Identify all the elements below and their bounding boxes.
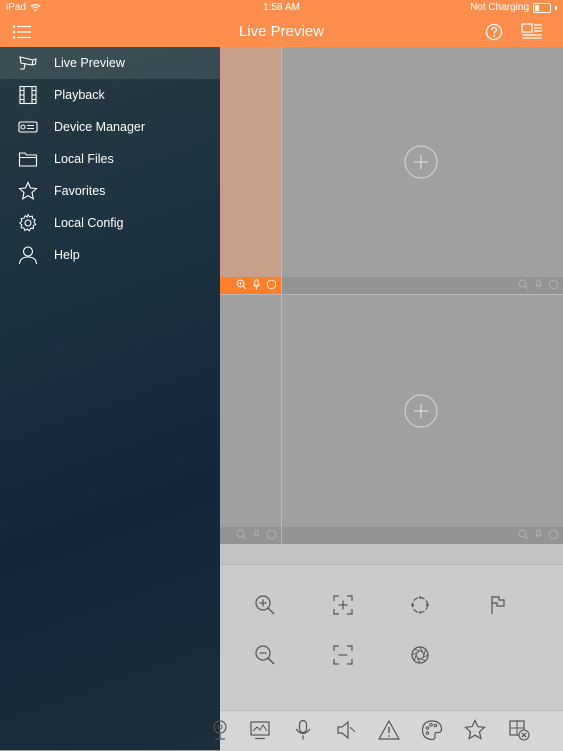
pane-bar-icons — [518, 279, 559, 290]
pane-bar-icons — [236, 279, 277, 290]
sidebar-item-label: Help — [54, 248, 80, 262]
sidebar-item-label: Playback — [54, 88, 105, 102]
bottom-toolbar — [213, 710, 563, 751]
pane-bar-icons — [518, 529, 559, 540]
zoom-icon[interactable] — [518, 279, 529, 290]
video-pane-2[interactable] — [282, 47, 563, 277]
video-pane-3[interactable] — [220, 295, 281, 527]
monitor-icon[interactable] — [249, 719, 271, 741]
page-title: Live Preview — [238, 23, 325, 40]
app-header: Live Preview — [0, 16, 563, 47]
user-icon — [18, 245, 38, 265]
gear-icon — [18, 213, 38, 233]
zoom-in-icon[interactable] — [254, 594, 276, 616]
battery-status: Not Charging — [470, 2, 529, 13]
video-pane-1[interactable] — [220, 47, 281, 277]
record-icon[interactable] — [548, 529, 559, 540]
video-pane-4-toolbar — [282, 527, 563, 544]
preset-flag-icon[interactable] — [487, 594, 509, 616]
sidebar-item-label: Favorites — [54, 184, 106, 198]
add-channel-icon[interactable] — [404, 394, 438, 428]
pane-bar-icons — [236, 529, 277, 540]
focus-plus-icon[interactable] — [332, 594, 354, 616]
speaker-mute-icon[interactable] — [335, 719, 357, 741]
grid-divider-horizontal — [220, 294, 563, 295]
record-icon[interactable] — [266, 279, 277, 290]
sidebar-item-local-files[interactable]: Local Files — [0, 143, 220, 175]
zoom-icon[interactable] — [518, 529, 529, 540]
sidebar-item-favorites[interactable]: Favorites — [0, 175, 220, 207]
favorite-star-icon[interactable] — [464, 719, 486, 741]
grid-footer-strip — [220, 544, 563, 564]
microphone-icon[interactable] — [251, 279, 262, 290]
microphone-icon[interactable] — [533, 529, 544, 540]
side-drawer: Live Preview Playback Device Manager Loc… — [0, 47, 220, 750]
zoom-icon[interactable] — [236, 529, 247, 540]
microphone-icon[interactable] — [533, 279, 544, 290]
battery-tip — [555, 5, 557, 10]
focus-minus-icon[interactable] — [332, 644, 354, 666]
camera-icon — [18, 53, 38, 73]
video-pane-4[interactable] — [282, 295, 563, 527]
grid-divider-vertical — [281, 47, 282, 544]
window-layout-icon[interactable] — [521, 22, 543, 42]
video-pane-1-toolbar — [220, 277, 281, 294]
dvr-device-icon — [18, 117, 38, 137]
star-icon — [18, 181, 38, 201]
sidebar-item-label: Live Preview — [54, 56, 125, 70]
sidebar-item-label: Local Files — [54, 152, 114, 166]
sidebar-item-label: Device Manager — [54, 120, 146, 134]
ptz-control-panel — [220, 564, 563, 711]
iris-open-icon[interactable] — [409, 594, 431, 616]
record-icon[interactable] — [266, 529, 277, 540]
sidebar-item-device-manager[interactable]: Device Manager — [0, 111, 220, 143]
alarm-warning-icon[interactable] — [378, 719, 400, 741]
zoom-icon[interactable] — [236, 279, 247, 290]
video-grid — [220, 47, 563, 544]
palette-icon[interactable] — [421, 719, 443, 741]
record-icon[interactable] — [548, 279, 559, 290]
zoom-out-icon[interactable] — [254, 644, 276, 666]
sidebar-item-playback[interactable]: Playback — [0, 79, 220, 111]
battery-icon — [533, 2, 551, 13]
video-pane-2-toolbar — [282, 277, 563, 294]
microphone-icon[interactable] — [292, 719, 314, 741]
video-pane-3-toolbar — [220, 527, 281, 544]
sidebar-item-help[interactable]: Help — [0, 239, 220, 271]
sidebar-item-live-preview[interactable]: Live Preview — [0, 47, 220, 79]
sidebar-item-local-config[interactable]: Local Config — [0, 207, 220, 239]
folder-icon — [18, 149, 38, 169]
microphone-icon[interactable] — [251, 529, 262, 540]
iris-close-icon[interactable] — [409, 644, 431, 666]
help-circle-icon[interactable] — [485, 23, 503, 41]
webcam-icon[interactable] — [209, 719, 231, 741]
status-right: Not Charging — [470, 2, 557, 13]
close-all-windows-icon[interactable] — [508, 719, 530, 741]
add-channel-icon[interactable] — [404, 145, 438, 179]
status-bar: iPad 1:58 AM Not Charging — [0, 0, 563, 16]
sidebar-item-label: Local Config — [54, 216, 124, 230]
film-icon — [18, 85, 38, 105]
